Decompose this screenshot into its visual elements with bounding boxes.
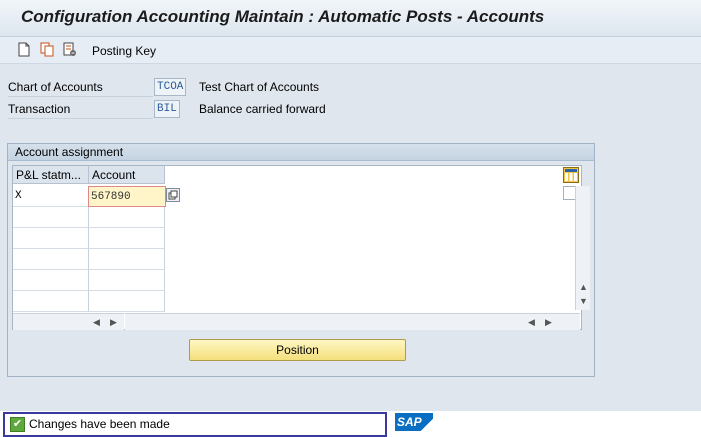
table-cell-empty[interactable] xyxy=(13,291,89,312)
column-layout-icon[interactable] xyxy=(563,167,579,183)
group-title-bar: Account assignment xyxy=(8,144,594,161)
table-cell-empty[interactable] xyxy=(89,249,165,270)
transaction-label: Transaction xyxy=(8,100,153,119)
status-message: Changes have been made xyxy=(29,417,170,431)
account-input[interactable]: 567890 xyxy=(88,186,166,207)
table-cell-empty[interactable] xyxy=(13,207,89,228)
new-entries-icon[interactable] xyxy=(17,42,31,57)
chart-of-accounts-field: TCOA xyxy=(154,78,187,96)
table-cell-empty[interactable] xyxy=(13,228,89,249)
table-cell-empty[interactable] xyxy=(89,291,165,312)
delete-icon[interactable] xyxy=(63,42,77,57)
chart-of-accounts-description: Test Chart of Accounts xyxy=(199,80,320,94)
page-title: Configuration Accounting Maintain : Auto… xyxy=(21,7,545,26)
transaction-field: BIL xyxy=(154,100,180,118)
application-toolbar: Posting Key xyxy=(0,37,701,64)
table-cell-empty[interactable] xyxy=(13,249,89,270)
scroll-left-icon[interactable]: ◀ xyxy=(528,317,535,327)
sap-logo: SAP xyxy=(395,413,433,431)
column-header-account[interactable]: Account xyxy=(89,166,165,184)
value-help-icon[interactable] xyxy=(166,188,180,202)
title-bar: Configuration Accounting Maintain : Auto… xyxy=(0,0,701,37)
scroll-right-icon[interactable]: ▶ xyxy=(545,317,552,327)
table-cell-empty[interactable] xyxy=(89,228,165,249)
account-assignment-table: P&L statm... Account X 567890 ▲ ▼ ◀ ▶ ◀ … xyxy=(12,165,590,330)
vertical-scrollbar[interactable]: ▲ ▼ xyxy=(575,186,590,310)
scroll-right-icon[interactable]: ▶ xyxy=(110,317,117,327)
status-bar: ✔ Changes have been made xyxy=(0,411,701,437)
posting-key-button[interactable]: Posting Key xyxy=(92,44,156,58)
table-cell-empty[interactable] xyxy=(89,207,165,228)
status-message-box[interactable]: ✔ Changes have been made xyxy=(3,412,387,437)
position-button[interactable]: Position xyxy=(189,339,406,361)
scroll-left-icon[interactable]: ◀ xyxy=(93,317,100,327)
column-header-pl-statement[interactable]: P&L statm... xyxy=(13,166,89,184)
copy-as-icon[interactable] xyxy=(40,42,54,57)
scroll-down-icon[interactable]: ▼ xyxy=(579,296,588,306)
table-cell-pl[interactable]: X xyxy=(13,186,89,207)
horizontal-scrollbar-right[interactable]: ◀ ▶ xyxy=(125,313,580,330)
transaction-description: Balance carried forward xyxy=(199,102,326,116)
scroll-up-icon[interactable]: ▲ xyxy=(579,282,588,292)
table-cell-empty[interactable] xyxy=(13,270,89,291)
table-cell-empty[interactable] xyxy=(89,270,165,291)
horizontal-scrollbar-left[interactable]: ◀ ▶ xyxy=(13,313,124,330)
group-title: Account assignment xyxy=(15,145,124,159)
success-check-icon: ✔ xyxy=(10,417,25,432)
chart-of-accounts-label: Chart of Accounts xyxy=(8,78,153,97)
